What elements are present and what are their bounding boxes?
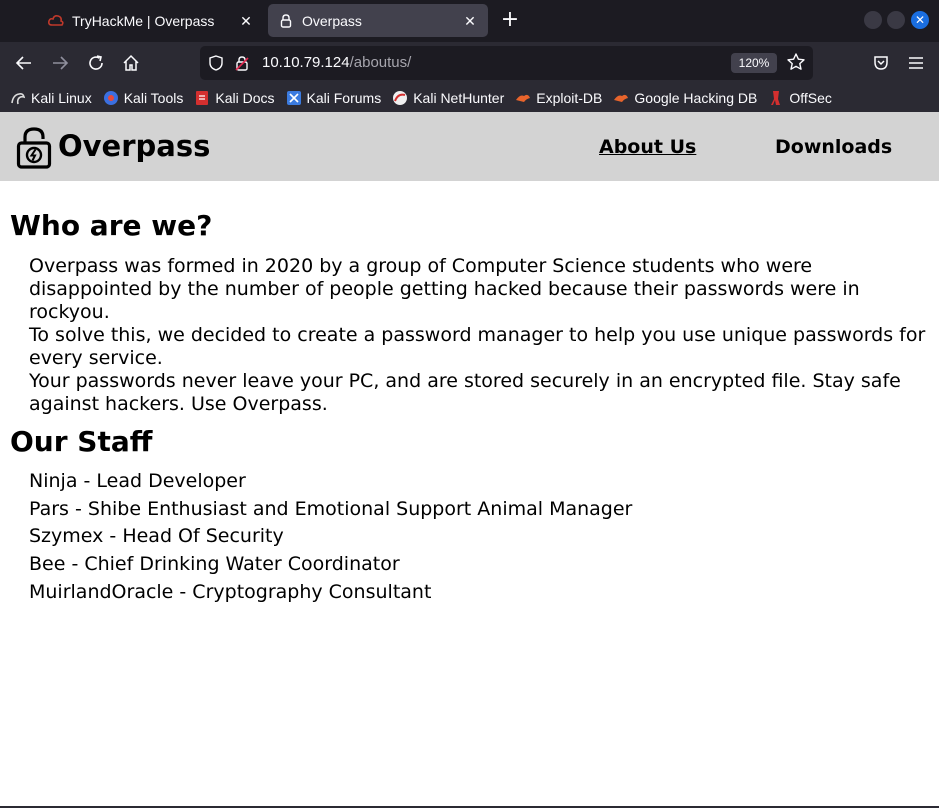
close-window-button[interactable]: ✕	[911, 11, 929, 29]
bookmark-label: Kali Docs	[215, 90, 275, 106]
about-paragraph: To solve this, we decided to create a pa…	[29, 324, 926, 369]
close-tab-icon[interactable]: ✕	[462, 13, 478, 29]
tab-strip: TryHackMe | Overpass ✕ Overpass ✕ + ✕	[0, 0, 939, 42]
forward-arrow-icon	[53, 56, 69, 70]
staff-member: MuirlandOracle - Cryptography Consultant	[29, 580, 432, 603]
bookmark-label: Kali Tools	[123, 90, 184, 106]
minimize-button[interactable]	[864, 11, 882, 29]
bookmarks-toolbar: Kali Linux Kali Tools Kali Docs Kali For…	[0, 84, 939, 112]
about-paragraph: Overpass was formed in 2020 by a group o…	[29, 255, 860, 323]
bookmark-star-icon[interactable]	[786, 52, 806, 72]
who-are-we-heading: Who are we?	[10, 209, 213, 242]
about-description: Overpass was formed in 2020 by a group o…	[29, 255, 929, 416]
tab-overpass[interactable]: Overpass ✕	[268, 4, 488, 37]
forward-button[interactable]	[48, 51, 72, 75]
staff-member: Ninja - Lead Developer	[29, 470, 246, 492]
nav-downloads-link[interactable]: Downloads	[775, 136, 892, 158]
staff-list: Ninja - Lead Developer Pars - Shibe Enth…	[29, 468, 632, 607]
home-icon	[123, 54, 139, 71]
site-header: Overpass About Us Downloads	[0, 112, 939, 181]
zoom-level-button[interactable]: 120%	[731, 53, 777, 73]
our-staff-heading: Our Staff	[10, 425, 153, 458]
home-button[interactable]	[119, 51, 143, 75]
bookmark-label: Google Hacking DB	[634, 90, 758, 106]
staff-member: Szymex - Head Of Security	[29, 525, 284, 548]
url-path: /aboutus/	[349, 54, 412, 71]
lock-icon	[278, 13, 294, 29]
bookmark-google-hacking-db[interactable]: Google Hacking DB	[613, 90, 757, 106]
pocket-button[interactable]	[869, 51, 893, 75]
maximize-button[interactable]	[887, 11, 905, 29]
back-button[interactable]	[12, 51, 36, 75]
pocket-icon	[874, 56, 888, 70]
insecure-lock-icon[interactable]	[235, 55, 249, 71]
back-arrow-icon	[15, 56, 31, 70]
offsec-icon	[771, 91, 781, 105]
tab-title: TryHackMe | Overpass	[72, 12, 215, 29]
tab-title: Overpass	[302, 12, 362, 29]
site-title[interactable]: Overpass	[58, 129, 210, 163]
navigation-toolbar: 10.10.79.124/aboutus/ 120%	[0, 42, 939, 84]
padlock-logo-icon[interactable]	[16, 126, 52, 169]
tryhackme-cloud-icon	[48, 13, 64, 29]
reload-button[interactable]	[84, 51, 108, 75]
url-host: 10.10.79.124	[262, 54, 350, 71]
close-tab-icon[interactable]: ✕	[238, 13, 254, 29]
kali-nethunter-icon	[393, 91, 408, 105]
bookmark-kali-linux[interactable]: Kali Linux	[10, 90, 92, 106]
kali-tools-icon	[103, 91, 118, 105]
about-paragraph: Your passwords never leave your PC, and …	[29, 370, 901, 415]
reload-icon	[89, 55, 103, 70]
nav-about-us-link[interactable]: About Us	[599, 136, 696, 158]
address-bar[interactable]: 10.10.79.124/aboutus/ 120%	[200, 46, 813, 80]
kali-dragon-icon	[11, 93, 26, 105]
bookmark-kali-forums[interactable]: Kali Forums	[286, 90, 382, 106]
url-text: 10.10.79.124/aboutus/	[262, 54, 411, 71]
page-content: Overpass About Us Downloads Who are we? …	[0, 112, 939, 806]
kali-forums-icon	[286, 91, 301, 105]
bookmark-kali-nethunter[interactable]: Kali NetHunter	[392, 90, 504, 106]
ghdb-icon	[614, 94, 629, 102]
bookmark-label: Exploit-DB	[536, 90, 603, 106]
staff-member: Pars - Shibe Enthusiast and Emotional Su…	[29, 497, 633, 520]
bookmark-label: Kali NetHunter	[413, 90, 505, 106]
app-menu-button[interactable]	[904, 51, 928, 75]
bookmark-offsec[interactable]: OffSec	[768, 90, 832, 106]
new-tab-button[interactable]: +	[498, 8, 522, 32]
bookmark-kali-tools[interactable]: Kali Tools	[103, 90, 184, 106]
staff-member: Bee - Chief Drinking Water Coordinator	[29, 553, 400, 576]
bookmark-label: OffSec	[789, 90, 832, 106]
bookmark-kali-docs[interactable]: Kali Docs	[194, 90, 275, 106]
kali-docs-icon	[196, 91, 209, 105]
exploit-db-icon	[516, 94, 531, 102]
hamburger-menu-icon	[909, 57, 923, 69]
bookmark-exploit-db[interactable]: Exploit-DB	[515, 90, 602, 106]
tab-tryhackme[interactable]: TryHackMe | Overpass ✕	[38, 4, 264, 37]
tracking-shield-icon[interactable]	[208, 55, 224, 71]
bookmark-label: Kali Forums	[306, 90, 382, 106]
bookmark-label: Kali Linux	[31, 90, 92, 106]
